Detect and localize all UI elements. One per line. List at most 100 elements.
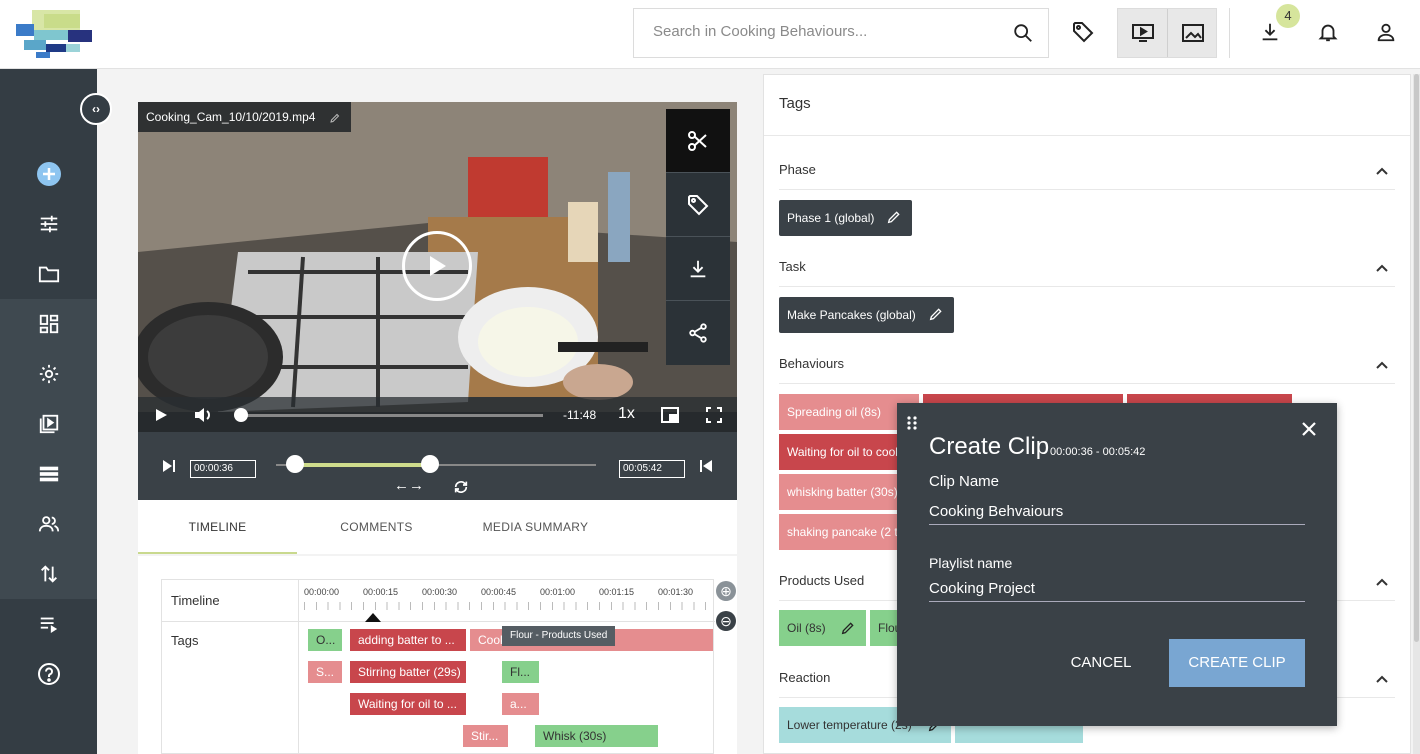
- download-count-badge: 4: [1276, 4, 1300, 28]
- loop-icon[interactable]: [453, 479, 469, 495]
- edit-pencil-icon[interactable]: [886, 209, 902, 225]
- download-icon: [690, 260, 706, 277]
- sidebar-collapse-button[interactable]: ‹›: [80, 93, 112, 125]
- tags-panel-title: Tags: [779, 95, 811, 112]
- clip-name-label: Clip Name: [929, 473, 1000, 490]
- timeline-tag-chip[interactable]: Whisk (30s): [535, 725, 658, 747]
- tag-icon[interactable]: [1069, 18, 1097, 46]
- task-tag[interactable]: Make Pancakes (global): [779, 297, 954, 333]
- dialog-title: Create Clip: [929, 433, 1050, 460]
- sliders-icon[interactable]: [33, 208, 65, 240]
- playback-knob[interactable]: [234, 408, 248, 422]
- tab-timeline[interactable]: TIMELINE: [138, 500, 297, 554]
- edit-pencil-icon[interactable]: [840, 620, 856, 636]
- queue-icon[interactable]: [33, 608, 65, 640]
- cancel-button[interactable]: CANCEL: [1057, 639, 1145, 687]
- fullscreen-icon[interactable]: [706, 407, 722, 423]
- play-icon[interactable]: [154, 408, 168, 422]
- video-view-button[interactable]: [1118, 9, 1168, 57]
- play-overlay-button[interactable]: [402, 231, 472, 301]
- video-player: Cooking_Cam_10/10/2019.mp4 -11:48 1x 00:…: [138, 102, 737, 500]
- zoom-in-button[interactable]: ⊕: [716, 581, 736, 601]
- timeline-tag-chip[interactable]: S...: [308, 661, 342, 683]
- timeline-divider: [162, 621, 715, 622]
- chevron-up-icon[interactable]: [1375, 247, 1389, 287]
- users-icon[interactable]: [33, 508, 65, 540]
- add-icon[interactable]: [33, 158, 65, 190]
- product-tag-label: Oil (8s): [787, 621, 826, 635]
- clip-tool-button[interactable]: [666, 109, 730, 173]
- playlist-name-input[interactable]: [929, 576, 1305, 602]
- chevron-up-icon[interactable]: [1375, 561, 1389, 601]
- timeline-tag-chip[interactable]: Stirring batter (29s): [350, 661, 466, 683]
- chevron-up-icon[interactable]: [1375, 658, 1389, 698]
- timeline-tag-chip[interactable]: Waiting for oil to ...: [350, 693, 466, 715]
- zoom-out-button[interactable]: ⊖: [716, 611, 736, 631]
- tab-comments[interactable]: COMMENTS: [297, 500, 456, 554]
- clip-end-handle[interactable]: [421, 455, 439, 473]
- playhead-marker[interactable]: [365, 613, 381, 622]
- tag-tool-button[interactable]: [666, 173, 730, 237]
- search-input[interactable]: [653, 23, 993, 40]
- move-arrows-icon[interactable]: ←→: [394, 477, 424, 494]
- skip-to-start-icon[interactable]: [162, 459, 176, 473]
- playback-speed[interactable]: 1x: [618, 405, 635, 423]
- reaction-section-label: Reaction: [779, 670, 831, 685]
- timeline-tooltip: Flour - Products Used: [502, 626, 616, 646]
- share-tool-button[interactable]: [666, 301, 730, 365]
- clip-start-time[interactable]: 00:00:36: [190, 460, 256, 478]
- phase-section-header[interactable]: Phase: [779, 150, 1395, 190]
- sort-arrows-icon[interactable]: [33, 558, 65, 590]
- edit-pencil-icon[interactable]: [928, 306, 944, 322]
- playlist-play-icon[interactable]: [33, 408, 65, 440]
- tick-label: 00:01:30: [658, 587, 694, 597]
- volume-icon[interactable]: [194, 406, 214, 424]
- tags-scrollbar-thumb[interactable]: [1414, 74, 1419, 642]
- list-icon[interactable]: [33, 458, 65, 490]
- skip-to-end-icon[interactable]: [699, 459, 713, 473]
- search-icon[interactable]: [1012, 22, 1034, 44]
- product-tag[interactable]: Oil (8s): [779, 610, 866, 646]
- bell-icon[interactable]: [1314, 18, 1342, 46]
- drag-handle-icon[interactable]: [907, 415, 917, 431]
- time-remaining: -11:48: [563, 408, 597, 422]
- behaviours-section-label: Behaviours: [779, 356, 845, 371]
- close-icon[interactable]: [1301, 421, 1317, 437]
- timeline-tag-chip[interactable]: adding batter to ...: [350, 629, 466, 651]
- code-brackets-icon: ‹›: [92, 102, 100, 116]
- timeline-divider: [298, 580, 299, 754]
- share-icon: [689, 323, 707, 343]
- video-control-bar: -11:48 1x: [138, 397, 737, 432]
- user-icon[interactable]: [1372, 18, 1400, 46]
- search-box[interactable]: [633, 8, 1049, 58]
- folder-icon[interactable]: [33, 258, 65, 290]
- edit-title-icon[interactable]: [329, 102, 341, 132]
- chevron-up-icon[interactable]: [1375, 344, 1389, 384]
- phase-tag[interactable]: Phase 1 (global): [779, 200, 913, 236]
- timeline-tag-chip[interactable]: Stir...: [463, 725, 508, 747]
- video-frame[interactable]: Cooking_Cam_10/10/2019.mp4 -11:48 1x: [138, 102, 737, 432]
- behaviours-section-header[interactable]: Behaviours: [779, 344, 1395, 384]
- plus-icon: ⊕: [720, 582, 732, 599]
- picture-in-picture-icon[interactable]: [661, 407, 679, 423]
- timeline-tag-chip[interactable]: Fl...: [502, 661, 539, 683]
- image-view-button[interactable]: [1168, 9, 1218, 57]
- clip-start-handle[interactable]: [286, 455, 304, 473]
- create-clip-button[interactable]: CREATE CLIP: [1169, 639, 1305, 687]
- timeline-tag-chip[interactable]: O...: [308, 629, 342, 651]
- chevron-up-icon[interactable]: [1375, 150, 1389, 190]
- download-tool-button[interactable]: [666, 237, 730, 301]
- dashboard-icon[interactable]: [33, 308, 65, 340]
- tab-media-summary[interactable]: MEDIA SUMMARY: [456, 500, 615, 554]
- help-icon[interactable]: [33, 658, 65, 690]
- gear-icon[interactable]: [33, 358, 65, 390]
- playback-progress-bar[interactable]: [238, 414, 543, 417]
- sidebar-section: [0, 299, 97, 599]
- timeline-tag-chip[interactable]: a...: [502, 693, 539, 715]
- clip-range-selection: [295, 463, 430, 467]
- app-logo[interactable]: [16, 10, 92, 58]
- task-section-header[interactable]: Task: [779, 247, 1395, 287]
- clip-name-input[interactable]: [929, 499, 1305, 525]
- task-section-label: Task: [779, 259, 806, 274]
- clip-end-time[interactable]: 00:05:42: [619, 460, 685, 478]
